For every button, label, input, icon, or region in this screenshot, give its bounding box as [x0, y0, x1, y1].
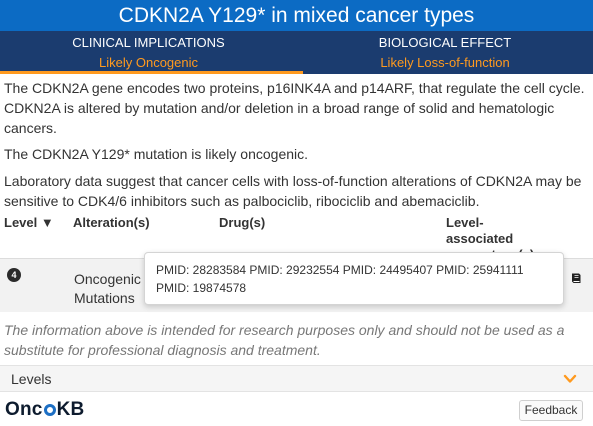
- book-icon[interactable]: [570, 272, 582, 284]
- tab-biological-effect[interactable]: BIOLOGICAL EFFECT Likely Loss-of-functio…: [297, 31, 593, 74]
- feedback-button[interactable]: Feedback: [519, 400, 583, 421]
- chevron-down-icon[interactable]: [563, 373, 577, 385]
- disclaimer-text: The information above is intended for re…: [4, 322, 565, 358]
- oncokb-logo[interactable]: Onc KB: [5, 399, 84, 421]
- logo-text-prefix: Onc: [5, 399, 43, 420]
- tab-biological-value: Likely Loss-of-function: [380, 55, 510, 70]
- column-header-alteration[interactable]: Alteration(s): [73, 215, 150, 231]
- logo-text-suffix: KB: [56, 399, 85, 420]
- logo-circle-icon: [43, 404, 56, 416]
- gene-description: The CDKN2A gene encodes two proteins, p1…: [4, 80, 585, 136]
- column-header-level[interactable]: Level ▼: [4, 215, 54, 231]
- page-title: CDKN2A Y129* in mixed cancer types: [0, 0, 593, 31]
- tab-biological-title: BIOLOGICAL EFFECT: [378, 35, 512, 50]
- levels-panel[interactable]: Levels: [0, 365, 593, 392]
- tab-clinical-implications[interactable]: CLINICAL IMPLICATIONS Likely Oncogenic: [0, 31, 297, 74]
- column-header-level-associated[interactable]: Level-associated cancer type(s): [446, 215, 546, 253]
- levels-label: Levels: [11, 371, 52, 387]
- references-tooltip: PMID: 28283584 PMID: 29232554 PMID: 2449…: [144, 252, 564, 305]
- row-alteration: Oncogenic Mutations: [74, 271, 141, 306]
- column-header-drug[interactable]: Drug(s): [219, 215, 265, 231]
- level-4-badge: 4: [7, 268, 21, 282]
- mutation-summary: The CDKN2A Y129* mutation is likely onco…: [4, 146, 309, 162]
- tab-clinical-title: CLINICAL IMPLICATIONS: [72, 35, 225, 50]
- active-tab-indicator: [0, 71, 303, 74]
- lab-evidence: Laboratory data suggest that cancer cell…: [4, 173, 582, 209]
- tab-clinical-value: Likely Oncogenic: [99, 55, 198, 70]
- tab-bar: CLINICAL IMPLICATIONS Likely Oncogenic B…: [0, 31, 593, 74]
